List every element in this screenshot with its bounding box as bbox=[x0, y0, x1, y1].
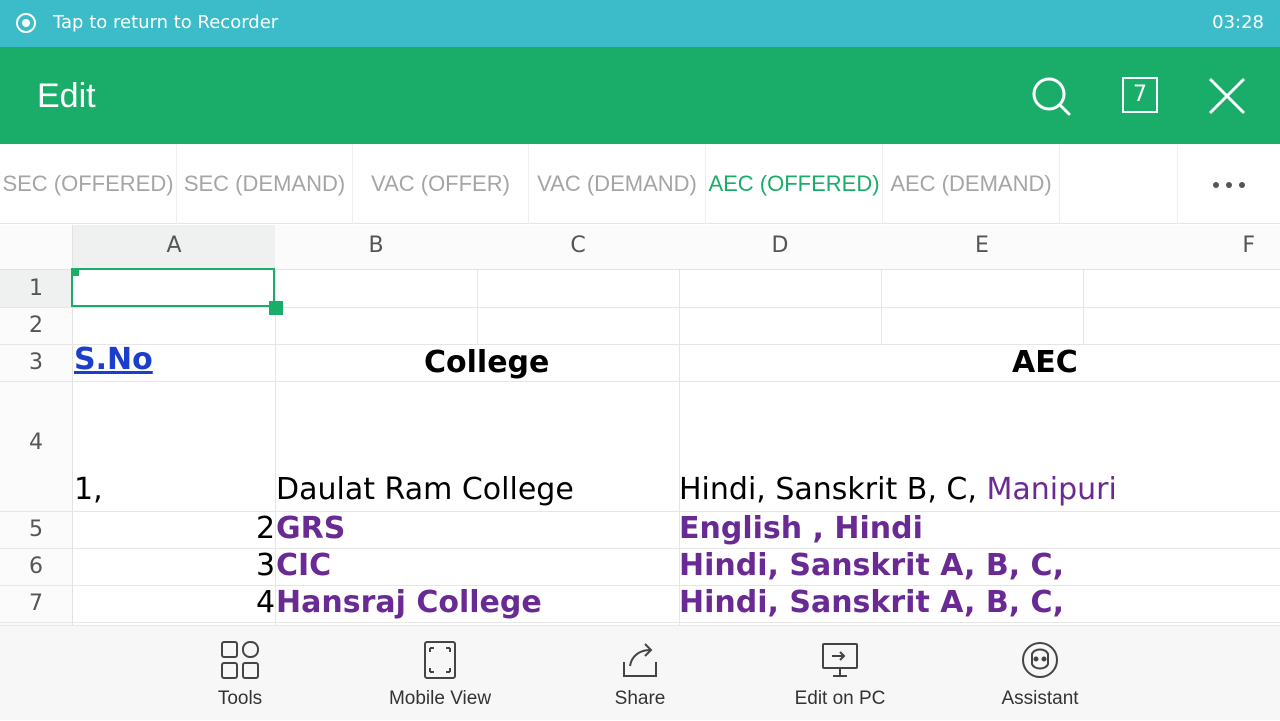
selected-cell-a1[interactable] bbox=[71, 268, 283, 315]
cell-d3[interactable]: AEC bbox=[1012, 345, 1078, 380]
search-icon[interactable] bbox=[1030, 75, 1072, 117]
share-icon bbox=[620, 640, 660, 680]
cell-d4[interactable]: Hindi, Sanskrit B, C, Manipuri bbox=[679, 472, 1117, 507]
edit-on-pc-button[interactable]: Edit on PC bbox=[760, 626, 920, 721]
column-header-d[interactable]: D bbox=[679, 225, 881, 270]
mobile-view-icon bbox=[420, 640, 460, 680]
share-button[interactable]: Share bbox=[560, 626, 720, 721]
edit-on-pc-icon bbox=[820, 640, 860, 680]
row-header-6[interactable]: 6 bbox=[0, 548, 73, 585]
column-header-e[interactable]: E bbox=[881, 225, 1083, 270]
tab-sec-offered[interactable]: SEC (OFFERED) bbox=[0, 144, 177, 224]
grid-line bbox=[0, 344, 1280, 345]
sheet-count: 7 bbox=[1122, 77, 1158, 113]
row-header-5[interactable]: 5 bbox=[0, 511, 73, 548]
mobile-view-button[interactable]: Mobile View bbox=[360, 626, 520, 721]
grid-line bbox=[0, 307, 1280, 308]
app-header: Edit 7 bbox=[0, 47, 1280, 144]
status-bar[interactable]: Tap to return to Recorder 03:28 bbox=[0, 0, 1280, 47]
grid-line bbox=[1083, 270, 1084, 344]
grid-line bbox=[0, 548, 1280, 549]
cell-b5[interactable]: GRS bbox=[276, 511, 345, 546]
page-title: Edit bbox=[37, 77, 96, 115]
grid-line bbox=[0, 585, 1280, 586]
column-header-f[interactable]: F bbox=[1083, 225, 1280, 270]
assistant-label: Assistant bbox=[1001, 688, 1079, 709]
tab-aec-demand[interactable]: AEC (DEMAND) bbox=[883, 144, 1060, 224]
selection-corner-marker bbox=[71, 268, 79, 276]
selection-fill-handle[interactable] bbox=[269, 301, 283, 315]
cell-b6[interactable]: CIC bbox=[276, 548, 331, 583]
grid-line bbox=[477, 270, 478, 344]
tools-label: Tools bbox=[217, 688, 263, 709]
cell-d5[interactable]: English , Hindi bbox=[679, 511, 923, 546]
row-header-2[interactable]: 2 bbox=[0, 307, 73, 344]
row-header-1[interactable]: 1 bbox=[0, 270, 73, 307]
row-header-4[interactable]: 4 bbox=[0, 381, 73, 511]
column-header-b[interactable]: B bbox=[275, 225, 477, 270]
cell-a3[interactable]: S.No bbox=[74, 342, 153, 377]
cell-b4[interactable]: Daulat Ram College bbox=[276, 472, 574, 507]
assistant-icon bbox=[1020, 640, 1060, 680]
grid-line bbox=[881, 270, 882, 344]
cell-a6[interactable]: 3 bbox=[256, 548, 275, 583]
select-all-corner[interactable] bbox=[0, 225, 73, 270]
grid-line bbox=[0, 381, 1280, 382]
cell-d4-text: Hindi, Sanskrit B, C, bbox=[679, 472, 987, 507]
row-header-3[interactable]: 3 bbox=[0, 344, 73, 381]
cell-d4-highlight: Manipuri bbox=[986, 472, 1117, 507]
tab-vac-demand[interactable]: VAC (DEMAND) bbox=[529, 144, 706, 224]
cell-d6[interactable]: Hindi, Sanskrit A, B, C, bbox=[679, 548, 1064, 583]
cell-b7[interactable]: Hansraj College bbox=[276, 585, 542, 620]
edit-on-pc-label: Edit on PC bbox=[794, 688, 886, 709]
cell-b3[interactable]: College bbox=[424, 345, 549, 380]
more-tabs-icon[interactable] bbox=[1177, 144, 1280, 224]
tools-grid-icon bbox=[220, 640, 260, 680]
tab-vac-offer[interactable]: VAC (OFFER) bbox=[353, 144, 529, 224]
cell-a4[interactable]: 1, bbox=[74, 472, 103, 507]
sheet-count-button[interactable]: 7 bbox=[1120, 75, 1162, 117]
cell-a5[interactable]: 2 bbox=[256, 511, 275, 546]
bottom-toolbar: Tools Mobile View Share Edit on PC Assis… bbox=[0, 625, 1280, 720]
share-label: Share bbox=[614, 688, 666, 709]
column-header-c[interactable]: C bbox=[477, 225, 679, 270]
row-header-7[interactable]: 7 bbox=[0, 585, 73, 625]
assistant-button[interactable]: Assistant bbox=[960, 626, 1120, 721]
mobile-view-label: Mobile View bbox=[388, 688, 492, 709]
status-time: 03:28 bbox=[1212, 12, 1264, 33]
sheet-tabs: SEC (OFFERED) SEC (DEMAND) VAC (OFFER) V… bbox=[0, 144, 1280, 224]
tools-button[interactable]: Tools bbox=[160, 626, 320, 721]
grid-line bbox=[0, 622, 1280, 623]
recorder-icon bbox=[16, 13, 36, 33]
close-icon[interactable] bbox=[1206, 75, 1248, 117]
grid-line bbox=[0, 511, 1280, 512]
column-header-a[interactable]: A bbox=[73, 225, 275, 270]
tab-aec-offered[interactable]: AEC (OFFERED) bbox=[706, 144, 883, 224]
tab-sec-demand[interactable]: SEC (DEMAND) bbox=[177, 144, 353, 224]
return-to-recorder-text[interactable]: Tap to return to Recorder bbox=[53, 12, 278, 33]
spreadsheet-grid[interactable]: A B C D E F 1 2 3 4 5 6 7 S.No College A… bbox=[0, 225, 1280, 625]
cell-a7[interactable]: 4 bbox=[256, 585, 275, 620]
cell-d7[interactable]: Hindi, Sanskrit A, B, C, bbox=[679, 585, 1064, 620]
